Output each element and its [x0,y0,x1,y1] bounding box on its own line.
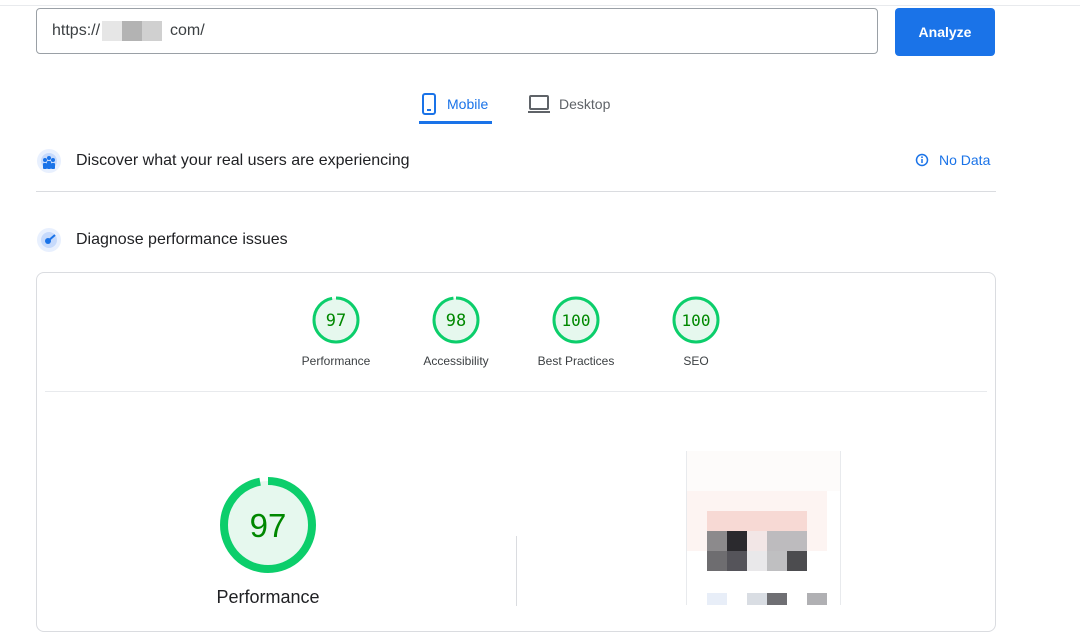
redacted-domain [102,21,163,41]
column-divider [516,536,517,606]
laptop-icon [528,95,550,113]
field-data-header: Discover what your real users are experi… [36,148,409,174]
score-gauge: 100 [672,296,720,344]
url-input[interactable]: https:// com/ [36,8,878,54]
users-icon [37,149,61,173]
no-data-status[interactable]: No Data [915,152,990,168]
url-prefix: https:// [52,22,101,39]
score-label: Accessibility [423,354,489,368]
gauges-divider [45,391,987,392]
page-screenshot-thumbnail [686,451,841,605]
score-label: SEO [683,354,709,368]
main-score-value: 97 [250,507,287,544]
score-gauge: 100 [552,296,600,344]
url-suffix: com/ [170,22,205,39]
field-data-title: Discover what your real users are experi… [76,152,410,169]
score-best-practices[interactable]: 100 Best Practices [526,296,626,368]
top-border [0,0,1080,6]
lab-data-header: Diagnose performance issues [36,227,288,253]
score-value: 97 [326,311,346,331]
analyze-button[interactable]: Analyze [895,8,995,56]
score-label: Performance [301,354,371,368]
tab-mobile[interactable]: Mobile [419,86,492,124]
tab-mobile-label: Mobile [447,95,489,112]
phone-icon [422,92,436,115]
tab-desktop[interactable]: Desktop [527,86,610,122]
tab-desktop-label: Desktop [559,96,611,112]
lab-data-title: Diagnose performance issues [76,231,288,248]
score-seo[interactable]: 100 SEO [646,296,746,368]
score-value: 100 [562,311,591,330]
section-divider [36,191,996,192]
main-score-gauge: 97 [220,477,316,573]
speedometer-icon [37,228,61,252]
score-performance[interactable]: 97 Performance [286,296,386,368]
info-icon [915,153,929,167]
score-label: Best Practices [537,354,615,368]
score-gauge: 97 [312,296,360,344]
score-accessibility[interactable]: 98 Accessibility [406,296,506,368]
no-data-label: No Data [939,152,991,168]
score-gauge: 98 [432,296,480,344]
score-value: 98 [446,311,466,331]
score-value: 100 [682,311,711,330]
